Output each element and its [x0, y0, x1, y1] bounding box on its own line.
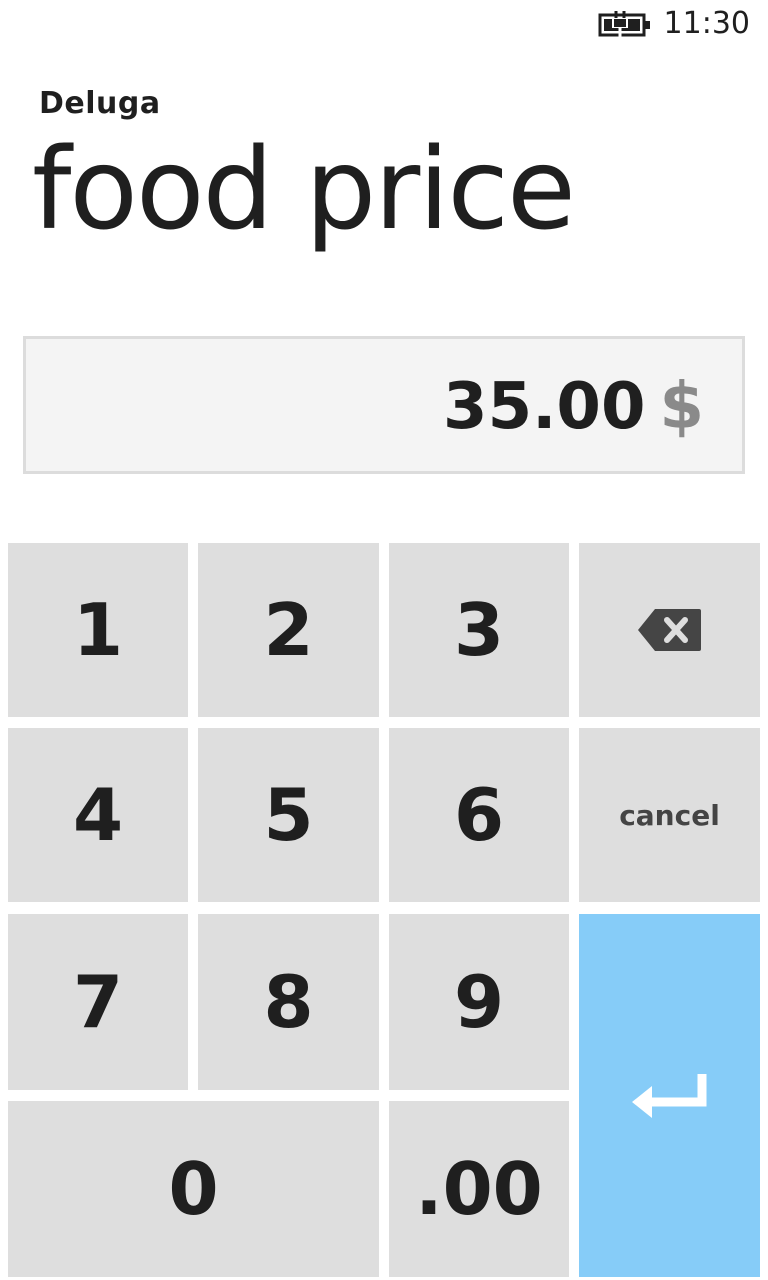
cancel-button[interactable]: cancel [579, 728, 760, 902]
key-4-label: 4 [72, 773, 124, 857]
key-2-label: 2 [263, 588, 314, 672]
backspace-button[interactable] [579, 543, 760, 717]
key-6[interactable]: 6 [389, 728, 569, 902]
clock: 11:30 [663, 6, 750, 41]
key-1-label: 1 [72, 588, 124, 672]
key-8-label: 8 [263, 960, 314, 1044]
currency-symbol: $ [659, 370, 704, 444]
enter-button[interactable] [579, 914, 760, 1277]
key-9-label: 9 [453, 960, 505, 1044]
status-bar: 11:30 [0, 0, 768, 48]
amount-value: 35.00 [443, 370, 646, 444]
cancel-label: cancel [619, 798, 720, 832]
amount-display: 35.00 $ [443, 375, 704, 439]
key-5[interactable]: 5 [198, 728, 379, 902]
backspace-icon [637, 606, 703, 654]
amount-field[interactable]: 35.00 $ [23, 336, 745, 474]
decimal-button[interactable]: .00 [389, 1101, 569, 1277]
key-2[interactable]: 2 [198, 543, 379, 717]
key-6-label: 6 [453, 773, 505, 857]
key-0-label: 0 [168, 1147, 219, 1231]
key-3-label: 3 [453, 588, 505, 672]
enter-icon [630, 1072, 710, 1120]
key-4[interactable]: 4 [8, 728, 188, 902]
screen: 11:30 Deluga food price 35.00 $ 1 2 3 4 5… [0, 0, 768, 1280]
battery-charging-icon [598, 11, 652, 39]
key-5-label: 5 [263, 773, 314, 857]
key-9[interactable]: 9 [389, 914, 569, 1090]
key-0[interactable]: 0 [8, 1101, 379, 1277]
key-7-label: 7 [72, 960, 124, 1044]
app-name: Deluga [39, 86, 161, 121]
key-1[interactable]: 1 [8, 543, 188, 717]
key-7[interactable]: 7 [8, 914, 188, 1090]
key-3[interactable]: 3 [389, 543, 569, 717]
key-8[interactable]: 8 [198, 914, 379, 1090]
decimal-label: .00 [415, 1147, 543, 1231]
page-title: food price [32, 125, 576, 255]
